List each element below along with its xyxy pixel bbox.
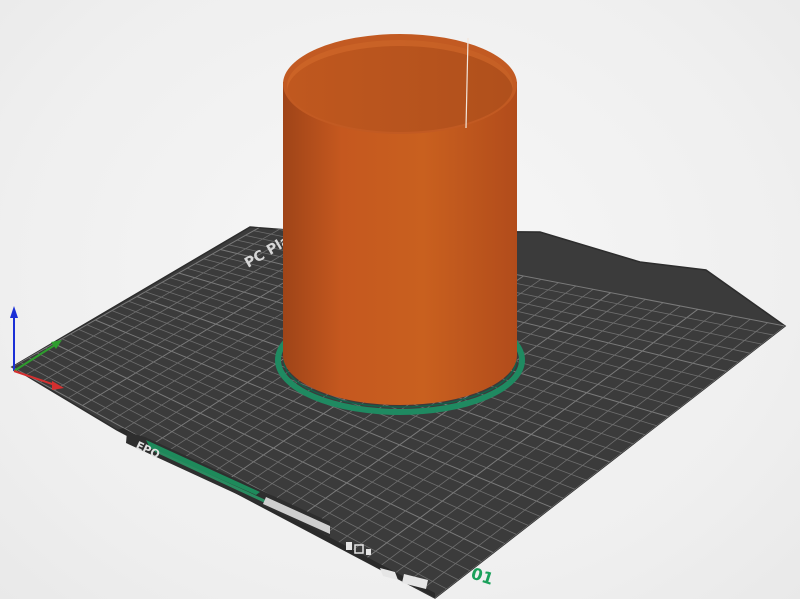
plate-number[interactable]: 01 [469, 564, 496, 589]
3d-viewport[interactable]: EPO PC Plate 01 [0, 0, 800, 599]
scene-svg: EPO PC Plate 01 [10, 34, 787, 599]
small-icon-3 [366, 549, 371, 555]
small-icon-1 [346, 542, 352, 550]
cylinder-object[interactable] [283, 34, 517, 405]
